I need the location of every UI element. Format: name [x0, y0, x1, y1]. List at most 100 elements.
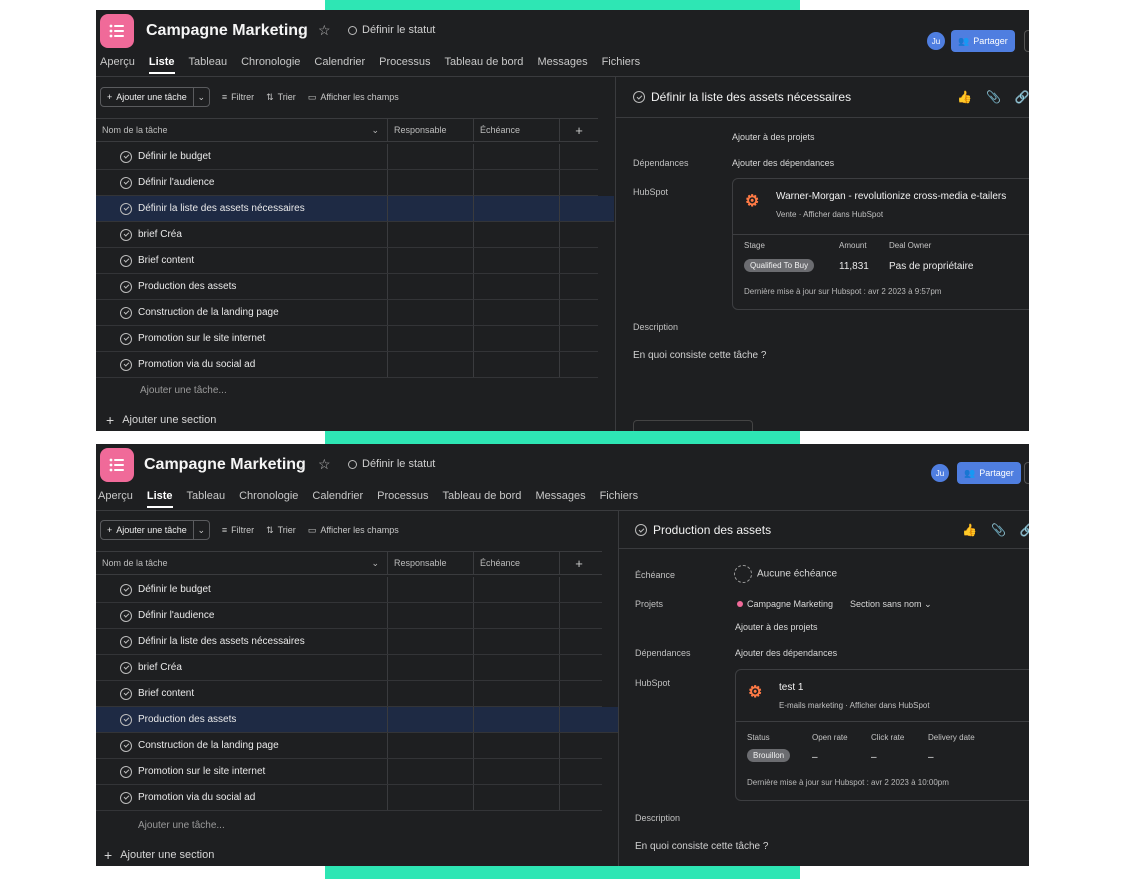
attachment-icon[interactable]: 📎	[986, 90, 1001, 104]
sort-button[interactable]: ⇅ Trier	[266, 525, 296, 536]
complete-check-icon[interactable]	[120, 583, 132, 596]
chevron-down-icon[interactable]: ⌄	[192, 88, 209, 106]
add-column-button[interactable]: +	[560, 552, 598, 574]
table-row[interactable]: Promotion via du social ad	[96, 352, 598, 378]
complete-check-icon[interactable]	[120, 202, 132, 215]
task-name[interactable]: Brief content	[138, 255, 194, 266]
show-fields-button[interactable]: ▭ Afficher les champs	[308, 525, 399, 536]
complete-check-icon[interactable]	[120, 228, 132, 241]
column-due[interactable]: Échéance	[474, 552, 560, 574]
set-status-button[interactable]: Définir le statut	[348, 24, 435, 36]
link-icon[interactable]: 🔗	[1015, 90, 1029, 104]
tab-fichiers[interactable]: Fichiers	[602, 56, 641, 74]
tab-chronologie[interactable]: Chronologie	[241, 56, 300, 74]
task-name[interactable]: Production des assets	[138, 714, 236, 725]
task-name[interactable]: Construction de la landing page	[138, 307, 279, 318]
tab-liste[interactable]: Liste	[146, 490, 173, 508]
complete-check-icon[interactable]	[120, 254, 132, 267]
complete-check-icon[interactable]	[120, 332, 132, 345]
chevron-down-icon[interactable]: ⌄	[371, 125, 379, 136]
task-name[interactable]: Construction de la landing page	[138, 740, 279, 751]
tab-calendrier[interactable]: Calendrier	[312, 490, 363, 508]
tab-messages[interactable]: Messages	[537, 56, 587, 74]
set-status-button[interactable]: Définir le statut	[348, 458, 435, 470]
table-row[interactable]: Définir le budget	[96, 144, 598, 170]
tab-tableau-de-bord[interactable]: Tableau de bord	[445, 56, 524, 74]
add-dependencies-link[interactable]: Ajouter des dépendances	[735, 648, 837, 658]
table-row[interactable]: Construction de la landing page	[96, 300, 598, 326]
column-assignee[interactable]: Responsable	[388, 552, 474, 574]
tab-apercu[interactable]: Aperçu	[100, 56, 135, 74]
complete-check-icon[interactable]	[120, 176, 132, 189]
add-section-button[interactable]: + Ajouter une section	[104, 847, 214, 863]
link-icon[interactable]: 🔗	[1020, 523, 1029, 537]
thumbs-up-icon[interactable]: 👍	[962, 523, 977, 537]
star-icon[interactable]: ☆	[318, 22, 331, 39]
table-row[interactable]: Définir l'audience	[96, 603, 602, 629]
table-row[interactable]: Brief content	[96, 681, 602, 707]
task-name[interactable]: brief Créa	[138, 229, 182, 240]
project-list-icon[interactable]	[100, 448, 134, 482]
tab-messages[interactable]: Messages	[535, 490, 585, 508]
add-column-button[interactable]: +	[560, 119, 598, 141]
table-row[interactable]: Définir l'audience	[96, 170, 598, 196]
complete-check-icon[interactable]	[120, 739, 132, 752]
task-name[interactable]: Définir la liste des assets nécessaires	[138, 203, 305, 214]
add-to-projects-link[interactable]: Ajouter à des projets	[735, 622, 818, 632]
complete-check-icon[interactable]	[120, 635, 132, 648]
add-task-main[interactable]: + Ajouter une tâche	[101, 521, 193, 539]
table-row[interactable]: Production des assets	[96, 274, 598, 300]
task-name[interactable]: Définir l'audience	[138, 610, 214, 621]
detail-title-text[interactable]: Définir la liste des assets nécessaires	[651, 90, 851, 104]
task-name[interactable]: Définir l'audience	[138, 177, 214, 188]
task-name[interactable]: Promotion sur le site internet	[138, 766, 265, 777]
description-input[interactable]: En quoi consiste cette tâche ?	[635, 841, 768, 852]
project-title[interactable]: Campagne Marketing	[144, 456, 306, 474]
column-due[interactable]: Échéance	[474, 119, 560, 141]
add-task-main[interactable]: + Ajouter une tâche	[101, 88, 193, 106]
hubspot-record-subtitle[interactable]: Vente · Afficher dans HubSpot	[776, 210, 883, 219]
add-task-inline[interactable]: Ajouter une tâche...	[140, 385, 227, 396]
detail-task-title[interactable]: Définir la liste des assets nécessaires	[633, 90, 851, 104]
task-name[interactable]: Promotion via du social ad	[138, 792, 255, 803]
comment-box[interactable]	[633, 420, 753, 431]
project-title[interactable]: Campagne Marketing	[146, 22, 308, 40]
complete-check-icon[interactable]	[120, 791, 132, 804]
complete-check-icon[interactable]	[633, 91, 645, 103]
chevron-down-icon[interactable]: ⌄	[192, 521, 209, 539]
table-row[interactable]: Définir le budget	[96, 577, 602, 603]
column-name[interactable]: Nom de la tâche ⌄	[96, 119, 388, 141]
task-name[interactable]: Production des assets	[138, 281, 236, 292]
avatar[interactable]: Ju	[931, 464, 949, 482]
share-button[interactable]: 👥 Partager	[957, 462, 1021, 484]
table-row-selected[interactable]: Définir la liste des assets nécessaires	[96, 196, 614, 222]
complete-check-icon[interactable]	[120, 765, 132, 778]
complete-check-icon[interactable]	[120, 150, 132, 163]
table-row[interactable]: Construction de la landing page	[96, 733, 602, 759]
attachment-icon[interactable]: 📎	[991, 523, 1006, 537]
add-to-projects-link[interactable]: Ajouter à des projets	[732, 132, 815, 142]
complete-check-icon[interactable]	[120, 280, 132, 293]
chevron-down-icon[interactable]: ⌄	[371, 558, 379, 569]
add-dependencies-link[interactable]: Ajouter des dépendances	[732, 158, 834, 168]
description-input[interactable]: En quoi consiste cette tâche ?	[633, 350, 766, 361]
complete-check-icon[interactable]	[120, 609, 132, 622]
hubspot-record-title[interactable]: Warner-Morgan - revolutionize cross-medi…	[776, 191, 1006, 202]
column-assignee[interactable]: Responsable	[388, 119, 474, 141]
complete-check-icon[interactable]	[120, 306, 132, 319]
task-name[interactable]: Définir la liste des assets nécessaires	[138, 636, 305, 647]
show-fields-button[interactable]: ▭ Afficher les champs	[308, 92, 399, 103]
table-row[interactable]: brief Créa	[96, 655, 602, 681]
tab-fichiers[interactable]: Fichiers	[600, 490, 639, 508]
complete-check-icon[interactable]	[635, 524, 647, 536]
complete-check-icon[interactable]	[120, 713, 132, 726]
complete-check-icon[interactable]	[120, 661, 132, 674]
task-name[interactable]: Promotion sur le site internet	[138, 333, 265, 344]
edge-button[interactable]	[1024, 30, 1029, 52]
table-row[interactable]: Définir la liste des assets nécessaires	[96, 629, 602, 655]
tab-tableau-de-bord[interactable]: Tableau de bord	[443, 490, 522, 508]
section-dropdown[interactable]: Section sans nom ⌄	[850, 599, 932, 610]
add-task-inline[interactable]: Ajouter une tâche...	[138, 820, 225, 831]
task-name[interactable]: Brief content	[138, 688, 194, 699]
task-name[interactable]: brief Créa	[138, 662, 182, 673]
